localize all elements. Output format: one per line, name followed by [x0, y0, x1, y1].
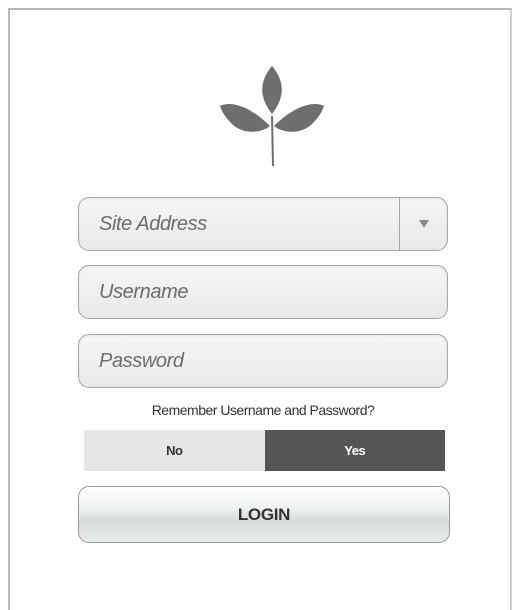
site-address-dropdown-button[interactable] — [399, 198, 447, 250]
login-panel: Remember Username and Password? No Yes L… — [8, 8, 512, 610]
remember-credentials-label: Remember Username and Password? — [151, 402, 375, 418]
password-input[interactable] — [99, 335, 399, 387]
password-field[interactable] — [78, 334, 448, 388]
site-address-input[interactable] — [99, 198, 399, 250]
remember-yes-option[interactable]: Yes — [264, 430, 445, 471]
remember-no-option[interactable]: No — [84, 430, 265, 471]
username-field[interactable] — [78, 265, 448, 319]
username-input[interactable] — [99, 266, 399, 318]
remember-toggle[interactable]: No Yes — [84, 430, 445, 471]
login-button[interactable]: LOGIN — [78, 486, 450, 543]
site-address-select[interactable] — [78, 197, 448, 251]
leaf-sprout-icon — [220, 66, 324, 167]
chevron-down-icon — [418, 220, 429, 228]
